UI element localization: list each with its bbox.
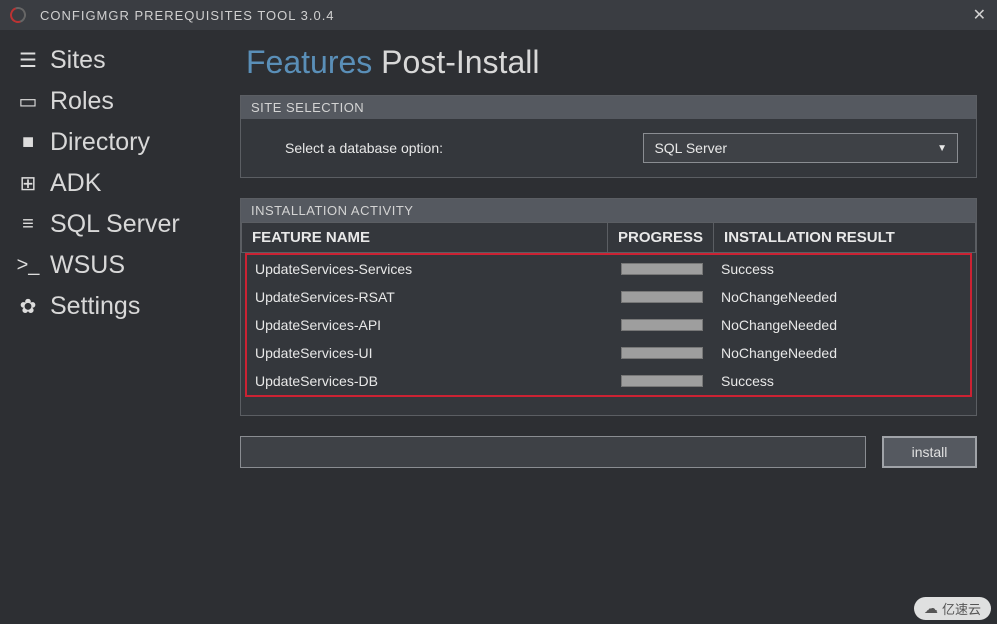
- cell-installation-result: Success: [721, 373, 962, 389]
- sidebar-item-label: WSUS: [50, 251, 125, 280]
- cell-progress: [621, 263, 721, 275]
- cell-feature-name: UpdateServices-RSAT: [255, 289, 621, 305]
- progress-bar: [621, 319, 703, 331]
- sidebar-item-settings-icon: ✿: [14, 294, 42, 319]
- sidebar-item-directory-icon: ■: [14, 131, 42, 154]
- cell-installation-result: Success: [721, 261, 962, 277]
- table-row: UpdateServices-API NoChangeNeeded: [247, 311, 970, 339]
- sidebar-item-sql-server[interactable]: ≡ SQL Server: [0, 204, 226, 245]
- sidebar-item-label: SQL Server: [50, 210, 180, 239]
- page-heading: Features Post-Install: [246, 44, 977, 81]
- table-row: UpdateServices-DB Success: [247, 367, 970, 395]
- progress-bar: [621, 347, 703, 359]
- sidebar-item-wsus-icon: >_: [14, 254, 42, 277]
- sidebar-item-label: Directory: [50, 128, 150, 157]
- cell-feature-name: UpdateServices-DB: [255, 373, 621, 389]
- sidebar-item-roles-icon: ▭: [14, 89, 42, 114]
- sidebar-item-adk[interactable]: ⊞ ADK: [0, 163, 226, 204]
- cell-progress: [621, 291, 721, 303]
- cell-feature-name: UpdateServices-UI: [255, 345, 621, 361]
- sidebar-item-sites-icon: ☰: [14, 48, 42, 73]
- cell-installation-result: NoChangeNeeded: [721, 345, 962, 361]
- sidebar-item-sites[interactable]: ☰ Sites: [0, 40, 226, 81]
- database-option-select[interactable]: SQL Server ▼: [643, 133, 958, 163]
- site-selection-panel: SITE SELECTION Select a database option:…: [240, 95, 977, 178]
- progress-bar: [621, 291, 703, 303]
- sidebar-item-directory[interactable]: ■ Directory: [0, 122, 226, 163]
- table-row: UpdateServices-UI NoChangeNeeded: [247, 339, 970, 367]
- sidebar-item-roles[interactable]: ▭ Roles: [0, 81, 226, 122]
- site-selection-header: SITE SELECTION: [241, 96, 976, 119]
- app-title: CONFIGMGR PREREQUISITES TOOL 3.0.4: [40, 8, 335, 23]
- close-icon[interactable]: ✕: [973, 5, 987, 25]
- activity-rows-highlight: UpdateServices-ServicesSuccessUpdateServ…: [245, 253, 972, 397]
- cell-progress: [621, 319, 721, 331]
- watermark-text: 亿速云: [942, 599, 981, 618]
- progress-bar: [621, 375, 703, 387]
- cell-installation-result: NoChangeNeeded: [721, 317, 962, 333]
- table-row: UpdateServices-Services Success: [247, 255, 970, 283]
- installation-activity-panel: INSTALLATION ACTIVITY FEATURE NAME PROGR…: [240, 198, 977, 416]
- sidebar-item-settings[interactable]: ✿ Settings: [0, 286, 226, 327]
- cell-feature-name: UpdateServices-API: [255, 317, 621, 333]
- sidebar-item-sql-server-icon: ≡: [14, 213, 42, 236]
- install-button-label: install: [912, 444, 948, 460]
- title-bar: CONFIGMGR PREREQUISITES TOOL 3.0.4 ✕: [0, 0, 997, 30]
- cell-feature-name: UpdateServices-Services: [255, 261, 621, 277]
- path-input[interactable]: [240, 436, 866, 468]
- activity-table: FEATURE NAME PROGRESS INSTALLATION RESUL…: [241, 222, 976, 253]
- sidebar: ☰ Sites ▭ Roles ■ Directory ⊞ ADK ≡ SQL Server >_ W…: [0, 30, 226, 624]
- col-feature-name: FEATURE NAME: [242, 223, 608, 253]
- sidebar-item-label: Roles: [50, 87, 114, 116]
- page-heading-accent: Features: [246, 44, 372, 80]
- app-logo-icon: [7, 4, 28, 25]
- sidebar-item-wsus[interactable]: >_ WSUS: [0, 245, 226, 286]
- cell-progress: [621, 375, 721, 387]
- database-option-selected: SQL Server: [654, 140, 727, 156]
- col-progress: PROGRESS: [608, 223, 714, 253]
- sidebar-item-label: Sites: [50, 46, 106, 75]
- cell-progress: [621, 347, 721, 359]
- table-row: UpdateServices-RSAT NoChangeNeeded: [247, 283, 970, 311]
- cell-installation-result: NoChangeNeeded: [721, 289, 962, 305]
- install-button[interactable]: install: [882, 436, 977, 468]
- page-heading-rest: Post-Install: [381, 44, 539, 80]
- sidebar-item-adk-icon: ⊞: [14, 171, 42, 196]
- content-area: Features Post-Install SITE SELECTION Sel…: [226, 30, 997, 624]
- database-option-label: Select a database option:: [259, 140, 643, 156]
- sidebar-item-label: Settings: [50, 292, 140, 321]
- bottom-row: install: [240, 436, 977, 468]
- col-installation-result: INSTALLATION RESULT: [714, 223, 976, 253]
- chevron-down-icon: ▼: [937, 143, 947, 154]
- installation-activity-header: INSTALLATION ACTIVITY: [241, 199, 976, 222]
- progress-bar: [621, 263, 703, 275]
- watermark: ☁ 亿速云: [914, 597, 991, 620]
- sidebar-item-label: ADK: [50, 169, 101, 198]
- cloud-icon: ☁: [924, 600, 938, 617]
